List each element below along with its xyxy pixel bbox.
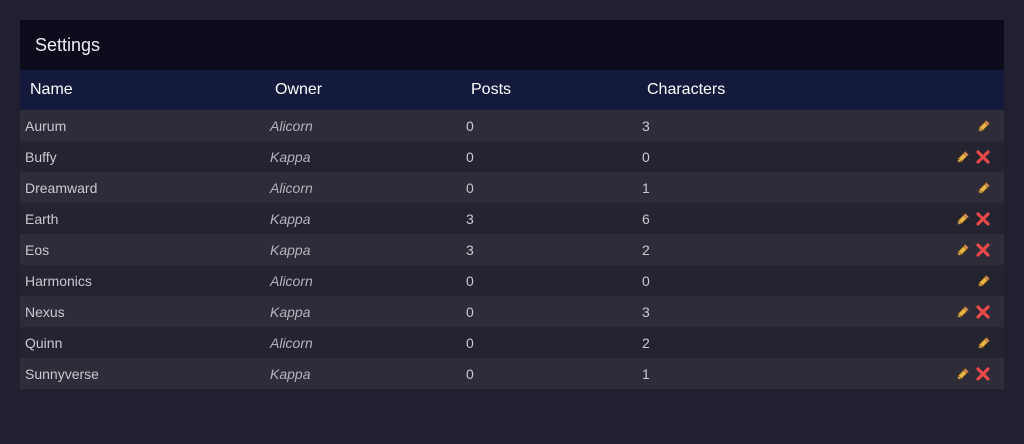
row-posts: 0 <box>466 303 474 320</box>
row-posts: 0 <box>466 179 474 196</box>
pencil-icon[interactable] <box>955 242 971 258</box>
row-owner: Alicorn <box>270 117 313 134</box>
table-row-dreamward: Dreamward Alicorn 0 1 <box>20 172 1004 203</box>
row-owner: Alicorn <box>270 334 313 351</box>
table-header-row: Name Owner Posts Characters <box>20 70 1004 110</box>
row-name[interactable]: Aurum <box>25 110 66 141</box>
row-actions <box>972 265 992 296</box>
pencil-icon[interactable] <box>955 149 971 165</box>
row-posts: 0 <box>466 365 474 382</box>
row-owner: Kappa <box>270 148 311 165</box>
row-posts: 3 <box>466 241 474 258</box>
row-actions <box>951 203 991 234</box>
delete-x-icon[interactable] <box>975 149 991 165</box>
row-characters: 1 <box>642 179 650 196</box>
row-owner: Alicorn <box>270 179 313 196</box>
pencil-icon[interactable] <box>955 366 971 382</box>
row-characters: 0 <box>642 272 650 289</box>
row-owner: Alicorn <box>270 272 313 289</box>
row-actions <box>972 110 992 141</box>
row-name[interactable]: Quinn <box>25 327 62 358</box>
row-name[interactable]: Harmonics <box>25 265 92 296</box>
row-characters: 1 <box>642 365 650 382</box>
row-posts: 0 <box>466 272 474 289</box>
row-owner: Kappa <box>270 241 311 258</box>
row-characters: 2 <box>642 241 650 258</box>
row-actions <box>951 358 991 389</box>
column-header-posts[interactable]: Posts <box>471 70 511 110</box>
row-owner: Kappa <box>270 303 311 320</box>
row-posts: 0 <box>466 334 474 351</box>
table-row-buffy: Buffy Kappa 0 0 <box>20 141 1004 172</box>
row-name[interactable]: Eos <box>25 234 49 265</box>
settings-table: Name Owner Posts Characters Aurum Alicor… <box>20 70 1004 389</box>
pencil-icon[interactable] <box>976 118 992 134</box>
row-posts: 0 <box>466 117 474 134</box>
pencil-icon[interactable] <box>976 273 992 289</box>
table-row-nexus: Nexus Kappa 0 3 <box>20 296 1004 327</box>
row-characters: 2 <box>642 334 650 351</box>
row-characters: 3 <box>642 303 650 320</box>
row-characters: 0 <box>642 148 650 165</box>
pencil-icon[interactable] <box>955 304 971 320</box>
table-row-aurum: Aurum Alicorn 0 3 <box>20 110 1004 141</box>
delete-x-icon[interactable] <box>975 366 991 382</box>
delete-x-icon[interactable] <box>975 211 991 227</box>
row-actions <box>951 296 991 327</box>
table-row-quinn: Quinn Alicorn 0 2 <box>20 327 1004 358</box>
row-actions <box>951 234 991 265</box>
row-actions <box>972 172 992 203</box>
row-posts: 3 <box>466 210 474 227</box>
row-name[interactable]: Earth <box>25 203 58 234</box>
column-header-owner[interactable]: Owner <box>275 70 322 110</box>
row-name[interactable]: Dreamward <box>25 172 97 203</box>
table-row-earth: Earth Kappa 3 6 <box>20 203 1004 234</box>
delete-x-icon[interactable] <box>975 304 991 320</box>
row-name[interactable]: Nexus <box>25 296 65 327</box>
settings-panel: Settings Name Owner Posts Characters Aur… <box>20 20 1004 389</box>
row-owner: Kappa <box>270 365 311 382</box>
delete-x-icon[interactable] <box>975 242 991 258</box>
row-name[interactable]: Buffy <box>25 141 57 172</box>
table-row-eos: Eos Kappa 3 2 <box>20 234 1004 265</box>
row-actions <box>972 327 992 358</box>
pencil-icon[interactable] <box>976 180 992 196</box>
column-header-name[interactable]: Name <box>30 70 73 110</box>
column-header-characters[interactable]: Characters <box>647 70 725 110</box>
row-actions <box>951 141 991 172</box>
row-name[interactable]: Sunnyverse <box>25 358 99 389</box>
panel-title: Settings <box>20 20 1004 70</box>
pencil-icon[interactable] <box>955 211 971 227</box>
row-characters: 3 <box>642 117 650 134</box>
table-row-harmonics: Harmonics Alicorn 0 0 <box>20 265 1004 296</box>
row-posts: 0 <box>466 148 474 165</box>
table-body: Aurum Alicorn 0 3 Buffy Kappa 0 0 Dreamw… <box>20 110 1004 389</box>
row-owner: Kappa <box>270 210 311 227</box>
row-characters: 6 <box>642 210 650 227</box>
table-row-sunnyverse: Sunnyverse Kappa 0 1 <box>20 358 1004 389</box>
pencil-icon[interactable] <box>976 335 992 351</box>
